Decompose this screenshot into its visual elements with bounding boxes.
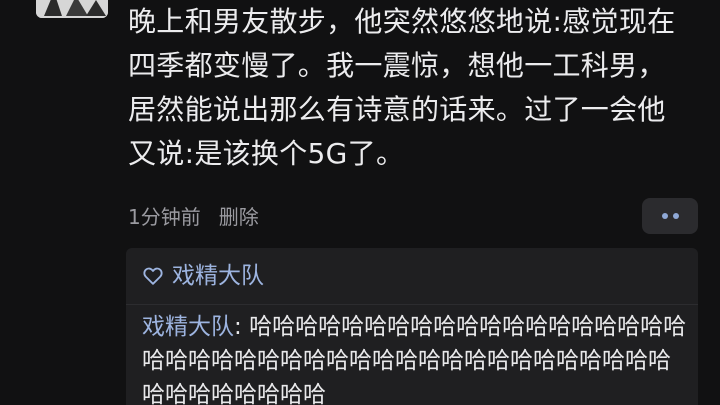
more-button[interactable]	[642, 198, 698, 234]
delete-button[interactable]: 删除	[219, 202, 259, 232]
avatar[interactable]	[36, 0, 108, 18]
post-meta: 1分钟前 删除	[128, 202, 259, 232]
comment-author[interactable]: 戏精大队	[142, 314, 234, 340]
heart-icon	[142, 265, 164, 287]
comment-separator: :	[234, 314, 250, 340]
post-text: 晚上和男友散步，他突然悠悠地说:感觉现在四季都变慢了。我一震惊，想他一工科男，居…	[128, 5, 676, 170]
like-user-name[interactable]: 戏精大队	[172, 260, 264, 292]
post-time: 1分钟前	[128, 205, 201, 229]
more-dots-icon	[672, 213, 679, 219]
divider	[126, 304, 698, 305]
interaction-panel: 戏精大队 戏精大队: 哈哈哈哈哈哈哈哈哈哈哈哈哈哈哈哈哈哈哈哈哈哈哈哈哈哈哈哈哈…	[126, 248, 698, 405]
comment-item[interactable]: 戏精大队: 哈哈哈哈哈哈哈哈哈哈哈哈哈哈哈哈哈哈哈哈哈哈哈哈哈哈哈哈哈哈哈哈哈哈…	[142, 310, 687, 405]
more-dots-icon	[661, 213, 668, 219]
likes-row: 戏精大队	[142, 260, 264, 292]
